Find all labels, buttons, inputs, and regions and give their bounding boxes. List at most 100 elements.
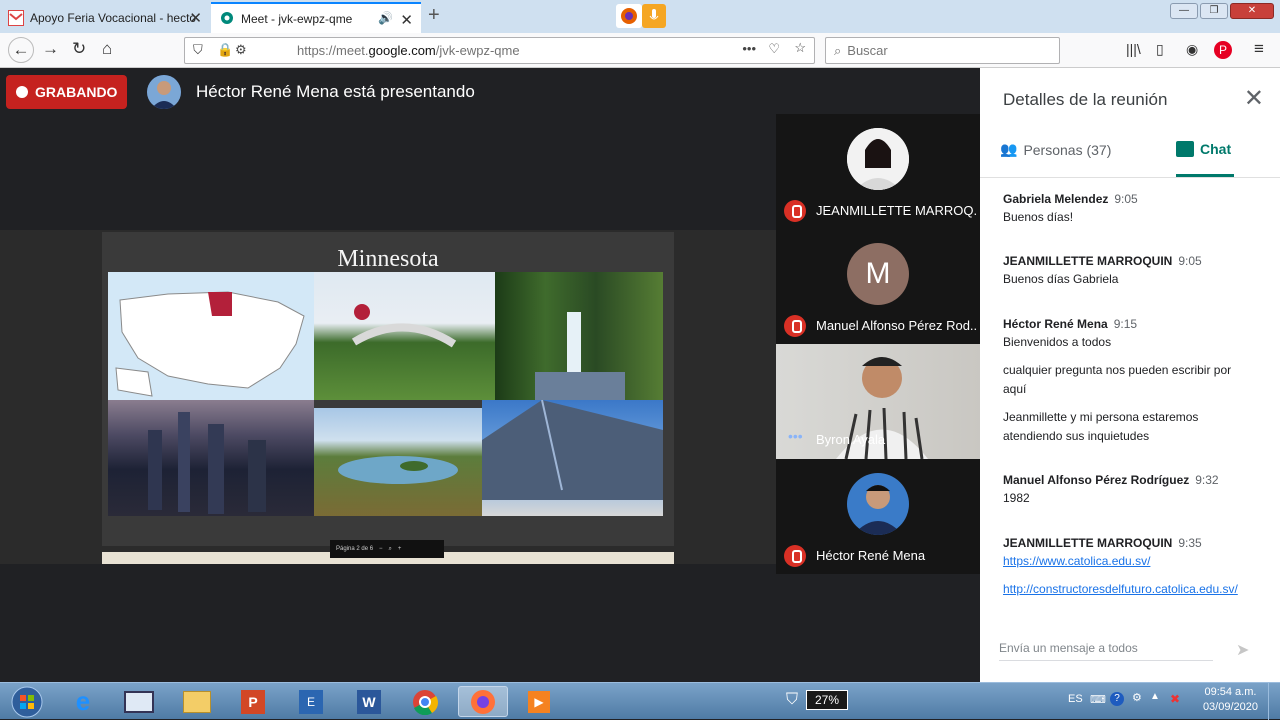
back-icon[interactable]: ← bbox=[8, 37, 34, 63]
url-bar[interactable]: ⛉ 🔒 ⚙ https://meet.google.com/jvk-ewpz-q… bbox=[184, 37, 815, 64]
tab-meet[interactable]: Meet - jvk-ewpz-qme 🔊 ✕ bbox=[211, 2, 421, 33]
stadium-image bbox=[482, 399, 663, 516]
search-input[interactable]: ⌕ Buscar bbox=[825, 37, 1060, 64]
zoom-out-icon[interactable]: − bbox=[379, 546, 383, 552]
windows-taskbar: e P E W ▶ ⛉ 27% ES ⌨ ? ⚙ ▲ ✖ 09:54 a.m. … bbox=[0, 682, 1280, 720]
explorer-taskbar-button[interactable] bbox=[172, 686, 222, 717]
muted-mic-icon bbox=[784, 200, 806, 222]
slide-page-controls[interactable]: Página 2 de 6 − ⌕ + bbox=[330, 540, 444, 558]
start-button[interactable] bbox=[2, 686, 52, 717]
forward-icon[interactable]: → bbox=[42, 39, 59, 59]
gmail-icon bbox=[8, 9, 24, 26]
library-icon[interactable]: |||\ bbox=[1126, 41, 1141, 57]
maximize-button[interactable]: ❐ bbox=[1200, 3, 1228, 19]
chrome-taskbar-button[interactable] bbox=[400, 686, 450, 717]
zoom-in-icon[interactable]: + bbox=[398, 546, 402, 552]
us-map-image bbox=[108, 272, 314, 400]
lenovo-taskbar-button[interactable] bbox=[114, 686, 164, 717]
chat-icon bbox=[1176, 141, 1194, 157]
microphone-indicator-icon bbox=[642, 4, 666, 28]
close-icon[interactable]: ✕ bbox=[1244, 84, 1264, 113]
edge-taskbar-button[interactable]: E bbox=[286, 686, 336, 717]
zoom-icon[interactable]: ⌕ bbox=[389, 546, 392, 553]
account-icon[interactable]: ◉ bbox=[1186, 41, 1198, 58]
powerpoint-taskbar-button[interactable]: P bbox=[228, 686, 278, 717]
building-icon: E bbox=[299, 689, 323, 714]
avatar bbox=[147, 75, 181, 109]
sidebar-icon[interactable]: ▯ bbox=[1156, 41, 1164, 58]
pinterest-icon[interactable]: P bbox=[1214, 41, 1232, 59]
shield-tray-icon[interactable]: ⛉ bbox=[786, 691, 798, 709]
reload-icon[interactable]: ↻ bbox=[72, 39, 86, 59]
participant-video-tile[interactable]: ••• Byron Ayala bbox=[776, 344, 980, 460]
avatar: M bbox=[847, 243, 909, 305]
internet-explorer-icon: e bbox=[75, 686, 91, 716]
firefox-taskbar-button[interactable] bbox=[458, 686, 508, 717]
media-player-taskbar-button[interactable]: ▶ bbox=[514, 686, 564, 717]
system-clock[interactable]: 09:54 a.m. 03/09/2020 bbox=[1203, 685, 1258, 715]
divider bbox=[980, 177, 1280, 178]
network-icon[interactable]: ✖ bbox=[1170, 692, 1180, 706]
window-controls: — ❐ ✕ bbox=[1170, 3, 1274, 19]
ie-taskbar-button[interactable]: e bbox=[58, 686, 108, 717]
shield-icon[interactable]: ⛉ bbox=[193, 42, 203, 58]
show-hidden-icons[interactable]: ▲ bbox=[1150, 691, 1160, 702]
participant-tile[interactable]: Héctor René Mena bbox=[776, 459, 980, 574]
participant-tile[interactable]: JEANMILLETTE MARROQ... bbox=[776, 114, 980, 229]
battery-indicator[interactable]: 27% bbox=[806, 690, 848, 710]
lock-icon[interactable]: 🔒 bbox=[217, 42, 233, 58]
close-tab-icon[interactable]: ✕ bbox=[189, 9, 202, 27]
new-tab-icon[interactable]: + bbox=[428, 4, 440, 27]
send-icon[interactable]: ➤ bbox=[1236, 640, 1249, 660]
menu-icon[interactable]: ≡ bbox=[1254, 39, 1264, 59]
tab-gmail[interactable]: Apoyo Feria Vocacional - hecto ✕ bbox=[0, 2, 210, 33]
chat-message: JEANMILLETTE MARROQUIN 9:05 Buenos días G… bbox=[1003, 254, 1202, 286]
permissions-icon[interactable]: ⚙ bbox=[235, 42, 247, 58]
minimize-button[interactable]: — bbox=[1170, 3, 1198, 19]
folder-icon bbox=[183, 690, 211, 713]
powerpoint-icon: P bbox=[241, 689, 265, 714]
pocket-icon[interactable]: ♡ bbox=[768, 41, 780, 57]
home-icon[interactable]: ⌂ bbox=[102, 39, 112, 59]
chat-link[interactable]: https://www.catolica.edu.sv/ bbox=[1003, 552, 1238, 571]
settings-tray-icon[interactable]: ⚙ bbox=[1132, 691, 1142, 704]
keyboard-icon[interactable]: ⌨ bbox=[1090, 693, 1106, 706]
chat-message-input[interactable]: Envía un mensaje a todos bbox=[999, 641, 1213, 661]
presentation-slide: Minnesota bbox=[102, 232, 674, 546]
windows-start-icon bbox=[11, 686, 43, 717]
muted-mic-icon bbox=[784, 545, 806, 567]
participant-tile[interactable]: M Manuel Alfonso Pérez Rod... bbox=[776, 229, 980, 344]
word-taskbar-button[interactable]: W bbox=[344, 686, 394, 717]
speaker-icon[interactable]: 🔊 bbox=[378, 11, 393, 25]
show-desktop-button[interactable] bbox=[1268, 683, 1280, 720]
page-actions-icon[interactable]: ••• bbox=[742, 41, 756, 56]
firefox-icon bbox=[471, 689, 495, 714]
chat-link[interactable]: http://constructoresdelfuturo.catolica.e… bbox=[1003, 580, 1238, 599]
slide-title: Minnesota bbox=[337, 246, 439, 272]
bookmark-star-icon[interactable]: ☆ bbox=[794, 40, 806, 56]
meet-icon bbox=[219, 11, 235, 27]
monitor-icon bbox=[124, 690, 154, 713]
tab-title: Meet - jvk-ewpz-qme bbox=[241, 11, 353, 26]
waterfall-image bbox=[495, 272, 663, 400]
lake-image bbox=[314, 408, 482, 516]
tab-people[interactable]: 👥 Personas (37) bbox=[1000, 141, 1111, 158]
word-icon: W bbox=[357, 689, 381, 714]
chat-message: Manuel Alfonso Pérez Rodríguez 9:32 1982 bbox=[1003, 473, 1219, 505]
close-tab-icon[interactable]: ✕ bbox=[400, 11, 413, 29]
tab-title: Apoyo Feria Vocacional - hecto bbox=[30, 10, 197, 25]
recording-badge: GRABANDO bbox=[6, 75, 127, 109]
browser-tab-bar: Apoyo Feria Vocacional - hecto ✕ Meet - … bbox=[0, 0, 1280, 33]
sculpture-garden-image bbox=[314, 272, 495, 400]
participant-tiles: JEANMILLETTE MARROQ... M Manuel Alfonso … bbox=[776, 114, 980, 574]
help-icon[interactable]: ? bbox=[1110, 692, 1124, 706]
meet-stage: GRABANDO Héctor René Mena está presentan… bbox=[0, 68, 980, 682]
tab-chat[interactable]: Chat bbox=[1176, 141, 1231, 157]
muted-mic-icon bbox=[784, 315, 806, 337]
recording-dot-icon bbox=[16, 86, 28, 98]
window-close-button[interactable]: ✕ bbox=[1230, 3, 1274, 19]
url-text: https://meet.google.com/jvk-ewpz-qme bbox=[297, 43, 520, 58]
language-indicator[interactable]: ES bbox=[1068, 693, 1083, 705]
speaking-indicator-icon: ••• bbox=[788, 428, 803, 444]
firefox-indicator-icon bbox=[616, 4, 642, 28]
